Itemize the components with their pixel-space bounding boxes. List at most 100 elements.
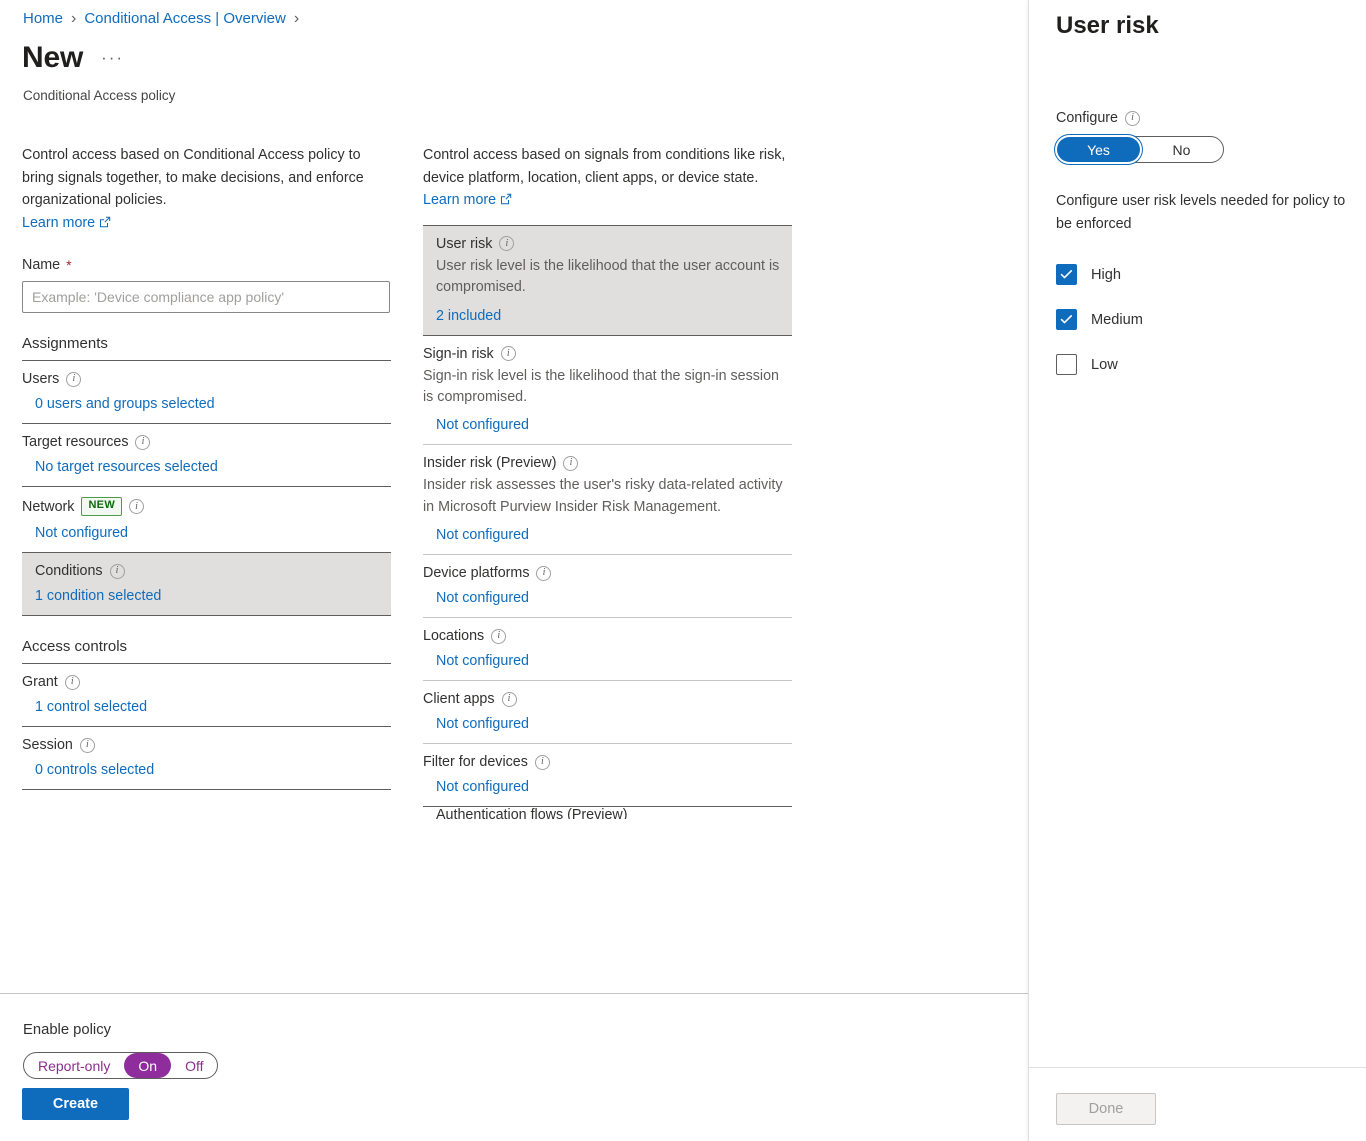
conditions-intro-body: Control access based on signals from con… xyxy=(423,147,785,186)
configure-yes-no-toggle[interactable]: Yes No xyxy=(1056,136,1224,163)
info-icon[interactable]: i xyxy=(536,566,551,581)
assignment-row-network[interactable]: Network NEW i Not configured xyxy=(22,487,392,552)
configure-label: Configure xyxy=(1056,110,1118,126)
info-icon[interactable]: i xyxy=(1125,111,1140,126)
condition-row-insider-risk[interactable]: Insider risk (Preview) i Insider risk as… xyxy=(423,445,793,554)
condition-value-device-platforms[interactable]: Not configured xyxy=(423,590,793,606)
conditions-intro-text: Control access based on signals from con… xyxy=(423,144,793,213)
condition-title-user-risk: User risk i xyxy=(436,236,792,252)
enable-option-on[interactable]: On xyxy=(124,1053,171,1078)
assignment-value-users[interactable]: 0 users and groups selected xyxy=(22,396,392,412)
more-options-icon[interactable]: ··· xyxy=(97,47,128,74)
enable-policy-toggle[interactable]: Report-only On Off xyxy=(23,1052,218,1079)
breadcrumb-item-home[interactable]: Home xyxy=(23,10,63,27)
enable-option-off[interactable]: Off xyxy=(171,1053,217,1078)
info-icon[interactable]: i xyxy=(502,692,517,707)
condition-desc-insider-risk: Insider risk assesses the user's risky d… xyxy=(423,475,793,518)
conditions-column: Control access based on signals from con… xyxy=(423,144,793,819)
assignment-value-network[interactable]: Not configured xyxy=(22,525,392,541)
condition-row-sign-in-risk[interactable]: Sign-in risk i Sign-in risk level is the… xyxy=(423,336,793,445)
assignment-row-users[interactable]: Users i 0 users and groups selected xyxy=(22,361,392,423)
condition-row-partial-next[interactable]: Authentication flows (Preview) xyxy=(423,807,793,819)
condition-value-client-apps[interactable]: Not configured xyxy=(423,716,793,732)
main-content-area: Home › Conditional Access | Overview › N… xyxy=(0,0,1028,993)
checkmark-icon xyxy=(1060,268,1073,281)
page-title-row: New ··· xyxy=(22,42,128,74)
enable-option-report-only[interactable]: Report-only xyxy=(24,1053,124,1078)
condition-value-sign-in-risk[interactable]: Not configured xyxy=(423,417,793,433)
risk-level-label-high: High xyxy=(1091,267,1121,283)
info-icon[interactable]: i xyxy=(65,675,80,690)
condition-row-filter-for-devices[interactable]: Filter for devices i Not configured xyxy=(423,744,793,806)
condition-title-device-platforms: Device platforms i xyxy=(423,565,793,581)
create-button[interactable]: Create xyxy=(22,1088,129,1120)
checkbox-low[interactable] xyxy=(1056,354,1077,375)
policy-intro-body: Control access based on Conditional Acce… xyxy=(22,147,364,208)
breadcrumb-item-conditional-access-overview[interactable]: Conditional Access | Overview xyxy=(84,10,285,27)
access-control-row-grant[interactable]: Grant i 1 control selected xyxy=(22,664,392,726)
info-icon[interactable]: i xyxy=(129,499,144,514)
condition-row-user-risk[interactable]: User risk i User risk level is the likel… xyxy=(423,226,792,335)
page-subtitle: Conditional Access policy xyxy=(23,88,175,103)
condition-value-locations[interactable]: Not configured xyxy=(423,653,793,669)
condition-value-insider-risk[interactable]: Not configured xyxy=(423,527,793,543)
external-link-icon xyxy=(99,213,111,236)
risk-level-row-low[interactable]: Low xyxy=(1056,342,1143,387)
learn-more-label: Learn more xyxy=(423,192,496,208)
assignment-value-target-resources[interactable]: No target resources selected xyxy=(22,459,392,475)
info-icon[interactable]: i xyxy=(501,346,516,361)
info-icon[interactable]: i xyxy=(66,372,81,387)
panel-description: Configure user risk levels needed for po… xyxy=(1056,190,1348,236)
info-icon[interactable]: i xyxy=(499,236,514,251)
bottom-command-bar: Enable policy Report-only On Off Create xyxy=(0,993,1028,1141)
condition-title-insider-risk: Insider risk (Preview) i xyxy=(423,455,793,471)
condition-row-locations[interactable]: Locations i Not configured xyxy=(423,618,793,680)
breadcrumb: Home › Conditional Access | Overview › xyxy=(23,10,299,27)
learn-more-link[interactable]: Learn more xyxy=(423,192,512,208)
condition-desc-sign-in-risk: Sign-in risk level is the likelihood tha… xyxy=(423,366,793,409)
condition-row-client-apps[interactable]: Client apps i Not configured xyxy=(423,681,793,743)
learn-more-link[interactable]: Learn more xyxy=(22,215,111,231)
info-icon[interactable]: i xyxy=(491,629,506,644)
policy-name-input[interactable] xyxy=(22,281,390,313)
checkbox-high[interactable] xyxy=(1056,264,1077,285)
info-icon[interactable]: i xyxy=(110,564,125,579)
divider xyxy=(22,789,391,790)
condition-label-device-platforms: Device platforms xyxy=(423,565,529,581)
condition-label-locations: Locations xyxy=(423,628,484,644)
risk-level-row-medium[interactable]: Medium xyxy=(1056,297,1143,342)
condition-value-user-risk[interactable]: 2 included xyxy=(436,308,792,324)
configure-option-no[interactable]: No xyxy=(1140,137,1223,162)
info-icon[interactable]: i xyxy=(80,738,95,753)
assignment-title-network: Network NEW i xyxy=(22,497,392,516)
page-title: New xyxy=(22,42,83,74)
configure-option-yes[interactable]: Yes xyxy=(1057,137,1140,162)
assignment-label-users: Users xyxy=(22,371,59,387)
assignment-value-conditions[interactable]: 1 condition selected xyxy=(35,588,391,604)
user-risk-panel: User risk Configure i Yes No Configure u… xyxy=(1028,0,1366,1141)
checkbox-medium[interactable] xyxy=(1056,309,1077,330)
assignment-label-network: Network xyxy=(22,499,74,515)
assignment-title-users: Users i xyxy=(22,371,392,387)
access-control-label-session: Session xyxy=(22,737,73,753)
condition-value-filter-for-devices[interactable]: Not configured xyxy=(423,779,793,795)
access-control-row-session[interactable]: Session i 0 controls selected xyxy=(22,727,392,789)
assignment-row-conditions[interactable]: Conditions i 1 condition selected xyxy=(22,553,391,615)
required-indicator: * xyxy=(66,257,71,273)
risk-level-row-high[interactable]: High xyxy=(1056,252,1143,297)
panel-title: User risk xyxy=(1056,12,1159,40)
condition-title-filter-for-devices: Filter for devices i xyxy=(423,754,793,770)
risk-level-checkbox-list: High Medium Low xyxy=(1056,252,1143,387)
assignment-row-target-resources[interactable]: Target resources i No target resources s… xyxy=(22,424,392,486)
assignment-title-target-resources: Target resources i xyxy=(22,434,392,450)
external-link-icon xyxy=(500,190,512,213)
info-icon[interactable]: i xyxy=(135,435,150,450)
access-control-value-grant[interactable]: 1 control selected xyxy=(22,699,392,715)
info-icon[interactable]: i xyxy=(535,755,550,770)
info-icon[interactable]: i xyxy=(563,456,578,471)
done-button[interactable]: Done xyxy=(1056,1093,1156,1125)
conditional-access-new-policy-page: Home › Conditional Access | Overview › N… xyxy=(0,0,1366,1141)
access-control-value-session[interactable]: 0 controls selected xyxy=(22,762,392,778)
panel-footer: Done xyxy=(1029,1067,1366,1141)
condition-row-device-platforms[interactable]: Device platforms i Not configured xyxy=(423,555,793,617)
